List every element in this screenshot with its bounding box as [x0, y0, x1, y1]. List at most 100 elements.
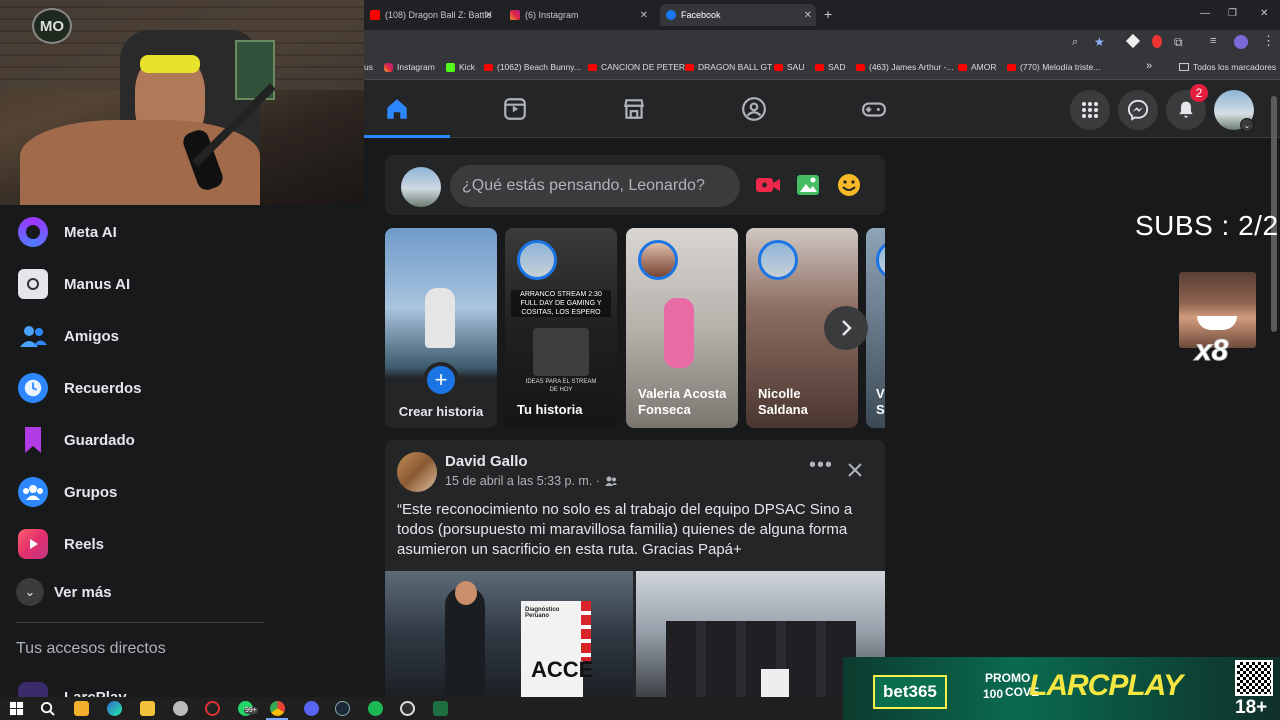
bookmark-item[interactable]: (1062) Beach Bunny...	[484, 62, 581, 72]
marketplace-tab-icon[interactable]	[621, 96, 647, 122]
windows-start-icon[interactable]	[9, 701, 24, 716]
app-red-icon[interactable]	[205, 701, 220, 716]
bookmark-item[interactable]: (463) James Arthur -...	[856, 62, 954, 72]
bookmarks-bar: us Instagram Kick (1062) Beach Bunny... …	[364, 56, 1280, 80]
tab-facebook[interactable]: Facebook ✕	[660, 4, 816, 26]
post-timestamp[interactable]: 15 de abril a las 5:33 p. m. ·	[445, 474, 600, 488]
close-window-button[interactable]: ✕	[1260, 8, 1268, 19]
sidebar-item-manus-ai[interactable]: Manus AI	[18, 266, 348, 302]
feeling-activity-icon[interactable]	[836, 172, 862, 198]
see-more-button[interactable]: ⌄ Ver más	[16, 574, 346, 610]
tab-instagram[interactable]: (6) Instagram ✕	[504, 4, 652, 26]
bookmark-item[interactable]: us	[364, 62, 373, 72]
edge-icon[interactable]	[107, 701, 122, 716]
groups-tab-icon[interactable]	[741, 96, 767, 122]
sidebar-item-reels[interactable]: Reels	[18, 526, 348, 562]
groups-icon	[18, 477, 48, 507]
all-bookmarks-folder[interactable]: Todos los marcadores	[1179, 62, 1276, 72]
post-options-icon[interactable]: •••	[809, 454, 833, 477]
media-control-icon[interactable]: ≡	[1210, 35, 1216, 47]
whatsapp-unread-badge: 99+	[244, 707, 258, 714]
story-card[interactable]: Valeria Acosta Fonseca	[626, 228, 738, 428]
youtube-icon	[774, 63, 783, 71]
story-name: Crear historia	[398, 404, 484, 419]
sidebar-item-grupos[interactable]: Grupos	[18, 474, 348, 510]
sidebar-item-recuerdos[interactable]: Recuerdos	[18, 370, 348, 406]
bookmark-item[interactable]: SAD	[815, 62, 845, 72]
photo-video-icon[interactable]	[795, 172, 821, 198]
hide-post-close-icon[interactable]	[847, 462, 863, 478]
bookmarks-overflow-button[interactable]: »	[1146, 60, 1152, 72]
story-avatar-ring	[758, 240, 798, 280]
bookmark-item[interactable]: (770) Melodía triste...	[1007, 62, 1100, 72]
instagram-icon	[384, 62, 393, 72]
tab-home[interactable]	[364, 80, 450, 138]
post-author-avatar[interactable]	[397, 452, 437, 492]
excel-icon[interactable]	[433, 701, 448, 716]
feed-post: David Gallo 15 de abril a las 5:33 p. m.…	[385, 440, 885, 700]
banner-promo-code: LARCPLAY	[1029, 669, 1183, 702]
bookmark-item[interactable]: CANCION DE PETER	[588, 62, 685, 72]
discord-icon[interactable]	[304, 701, 319, 716]
sidebar-item-guardado[interactable]: Guardado	[18, 422, 348, 458]
gaming-tab-icon[interactable]	[861, 96, 887, 122]
browser-menu-icon[interactable]: ⋮	[1262, 33, 1275, 49]
close-icon[interactable]: ✕	[804, 10, 812, 21]
account-avatar-button[interactable]: ⌄	[1214, 90, 1254, 132]
messenger-button[interactable]	[1118, 90, 1158, 130]
age-restriction-badge: 18+	[1235, 697, 1268, 718]
saved-bookmark-icon	[18, 425, 48, 455]
story-card[interactable]: V S	[866, 228, 885, 428]
menu-grid-button[interactable]	[1070, 90, 1110, 130]
post-image[interactable]: Diagnóstico Peruano ACCE	[385, 571, 633, 700]
sidebar-item-amigos[interactable]: Amigos	[18, 318, 348, 354]
search-icon[interactable]	[40, 701, 55, 716]
composer-input[interactable]: ¿Qué estás pensando, Leonardo?	[450, 165, 740, 207]
bookmark-item[interactable]: Instagram	[384, 62, 435, 72]
video-tab-icon[interactable]	[502, 96, 528, 122]
profile-avatar-icon[interactable]	[1234, 35, 1248, 49]
chrome-icon[interactable]	[270, 701, 285, 716]
maximize-button[interactable]: ❐	[1228, 8, 1237, 19]
live-video-icon[interactable]	[755, 174, 781, 196]
close-icon[interactable]: ✕	[640, 10, 648, 21]
close-icon[interactable]: ✕	[485, 10, 493, 21]
bookmark-item[interactable]: SAU	[774, 62, 804, 72]
tab-youtube[interactable]: (108) Dragon Ball Z: Battle of G ✕	[364, 4, 497, 26]
new-tab-button[interactable]: +	[824, 6, 832, 22]
extensions-puzzle-icon[interactable]: ⧉	[1174, 35, 1183, 50]
spotify-icon[interactable]	[368, 701, 383, 716]
extension-icon[interactable]	[1125, 33, 1141, 49]
file-explorer-icon[interactable]	[140, 701, 155, 716]
bookmark-star-icon[interactable]: ★	[1094, 35, 1105, 49]
multiplier-label: x8	[1194, 334, 1229, 368]
app-icon[interactable]	[173, 701, 188, 716]
story-card-create[interactable]: + Crear historia	[385, 228, 497, 428]
obs-icon[interactable]	[400, 701, 415, 716]
youtube-icon	[685, 63, 694, 71]
extension-red-icon[interactable]	[1152, 35, 1162, 48]
bookmark-item[interactable]: AMOR	[958, 62, 997, 72]
add-story-button[interactable]: +	[423, 362, 459, 398]
store-icon[interactable]	[74, 701, 89, 716]
story-overlay-text-2: IDEAS PARA EL STREAM DE HOY	[525, 379, 597, 393]
zoom-icon[interactable]: ⌕	[1072, 36, 1078, 49]
qr-code	[1235, 660, 1273, 696]
user-avatar[interactable]	[401, 167, 441, 207]
story-name: Tu historia	[517, 402, 583, 417]
chevron-right-icon	[842, 320, 852, 336]
bookmark-item[interactable]: Kick	[446, 62, 475, 72]
steam-icon[interactable]	[335, 701, 350, 716]
story-card-own[interactable]: ARRANCO STREAM 2:30 FULL DAY DE GAMING Y…	[505, 228, 617, 428]
bookmark-item[interactable]: DRAGON BALL GT	[685, 62, 772, 72]
sidebar-item-meta-ai[interactable]: Meta AI	[18, 214, 348, 250]
post-author[interactable]: David Gallo	[445, 453, 528, 470]
minimize-button[interactable]: —	[1200, 8, 1210, 19]
banner-promo-text: PROMO	[985, 671, 1031, 685]
post-text: “Este reconocimiento no solo es al traba…	[397, 501, 853, 558]
windows-taskbar: 99+	[0, 697, 843, 720]
channel-logo: MO	[32, 8, 72, 44]
stories-next-button[interactable]	[824, 306, 868, 350]
post-meta: 15 de abril a las 5:33 p. m. ·	[445, 474, 618, 488]
notifications-button[interactable]: 2	[1166, 84, 1208, 130]
